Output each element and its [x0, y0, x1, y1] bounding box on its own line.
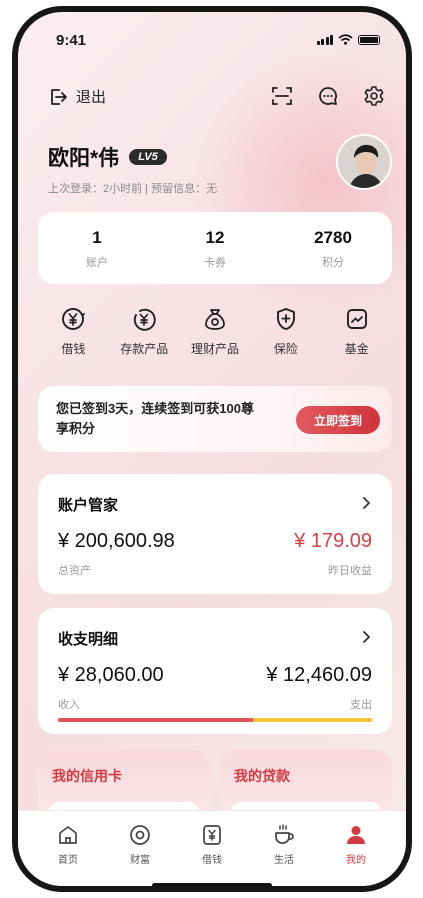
gear-icon	[364, 86, 384, 106]
stat-points[interactable]: 2780 积分	[274, 212, 392, 284]
stat-value: 12	[205, 228, 225, 247]
tab-label: 生活	[274, 855, 294, 866]
level-badge[interactable]: LV5	[129, 149, 167, 165]
last-login-text: 上次登录：2小时前 | 预留信息：无	[48, 183, 218, 195]
scan-icon	[272, 87, 292, 105]
logout-icon	[51, 88, 67, 105]
total-assets-value: ¥ 200,600.98	[58, 530, 175, 552]
shortcut-label: 基金	[344, 342, 369, 356]
wifi-icon	[338, 34, 353, 45]
battery-icon	[358, 34, 380, 45]
chevron-right-icon[interactable]	[362, 496, 372, 510]
cashflow-card-title: 收支明细	[58, 631, 119, 648]
status-bar: 9:41	[18, 12, 406, 62]
yen-coin-icon	[62, 308, 86, 330]
cashflow-ratio-bar	[58, 718, 372, 722]
money-bag-icon	[205, 309, 225, 330]
expense-bar-segment	[252, 718, 372, 722]
chart-icon	[346, 309, 367, 329]
coffee-icon	[275, 824, 294, 844]
tab-life[interactable]: 生活	[248, 823, 320, 866]
tab-home[interactable]: 首页	[32, 823, 104, 866]
message-button[interactable]	[316, 84, 340, 108]
chevron-right-icon[interactable]	[362, 630, 372, 644]
chat-icon	[319, 87, 337, 105]
shortcut-deposit[interactable]: 存款产品	[109, 306, 180, 357]
stat-label: 卡券	[204, 257, 226, 269]
avatar[interactable]	[336, 134, 392, 190]
tab-list: 首页 财富 借钱 生活 我的	[18, 811, 406, 866]
asset-card[interactable]: 账户管家 ¥ 200,600.98 ¥ 179.09 总资产 昨日收益	[38, 474, 392, 594]
stats-card: 1 账户 12 卡券 2780 积分	[38, 212, 392, 284]
top-actions	[270, 84, 386, 108]
user-name: 欧阳*伟	[48, 147, 120, 170]
shortcut-label: 存款产品	[120, 342, 169, 356]
signin-banner: 您已签到3天，连续签到可获100尊享积分 立即签到	[38, 386, 392, 452]
stat-value: 1	[92, 228, 102, 247]
status-time: 9:41	[56, 32, 87, 49]
stat-coupons[interactable]: 12 卡券	[156, 212, 274, 284]
shortcut-loan[interactable]: 借钱	[38, 306, 109, 357]
signin-button[interactable]: 立即签到	[296, 406, 380, 434]
asset-card-title: 账户管家	[58, 497, 119, 514]
expense-value: ¥ 12,460.09	[266, 664, 372, 686]
income-label: 收入	[58, 699, 80, 711]
shortcut-wealth[interactable]: 理财产品	[180, 306, 251, 357]
yesterday-income-value: ¥ 179.09	[294, 530, 372, 552]
stat-accounts[interactable]: 1 账户	[38, 212, 156, 284]
tab-wealth[interactable]: 财富	[104, 823, 176, 866]
stat-value: 2780	[314, 228, 352, 247]
home-icon	[59, 826, 77, 844]
settings-button[interactable]	[362, 84, 386, 108]
tab-loan[interactable]: 借钱	[176, 823, 248, 866]
credit-card-title: 我的信用卡	[52, 768, 122, 784]
stat-label: 账户	[86, 257, 108, 269]
user-icon	[347, 826, 365, 844]
scan-button[interactable]	[270, 84, 294, 108]
tab-label: 借钱	[202, 855, 222, 866]
shortcut-insurance[interactable]: 保险	[250, 306, 321, 357]
cashflow-card[interactable]: 收支明细 ¥ 28,060.00 ¥ 12,460.09 收入 支出	[38, 608, 392, 734]
logout-label: 退出	[76, 89, 107, 106]
phone-screen: 9:41 退出 欧阳*伟 LV5 上次登录：2小时前 | 预留信息：无 1 账户…	[12, 6, 412, 892]
wealth-icon	[130, 825, 150, 845]
income-value: ¥ 28,060.00	[58, 664, 164, 686]
shield-icon	[276, 308, 295, 330]
tab-mine[interactable]: 我的	[320, 823, 392, 866]
tab-label: 我的	[346, 855, 366, 866]
shortcut-label: 借钱	[61, 342, 86, 356]
stat-label: 积分	[322, 257, 344, 269]
logout-button[interactable]: 退出	[48, 86, 106, 107]
status-icons	[316, 34, 380, 45]
yesterday-income-label: 昨日收益	[328, 565, 372, 577]
home-indicator[interactable]	[152, 883, 272, 886]
tab-label: 财富	[130, 855, 150, 866]
name-row: 欧阳*伟 LV5	[48, 142, 217, 172]
shortcut-label: 理财产品	[190, 342, 239, 356]
loan-icon	[203, 825, 221, 845]
tab-bar: 首页 财富 借钱 生活 我的	[18, 810, 406, 886]
total-assets-label: 总资产	[58, 565, 91, 577]
loan-title: 我的贷款	[234, 768, 290, 784]
profile-info: 欧阳*伟 LV5 上次登录：2小时前 | 预留信息：无	[48, 142, 217, 196]
signin-text: 您已签到3天，连续签到可获100尊享积分	[56, 401, 254, 436]
income-bar-segment	[58, 718, 253, 722]
shortcut-grid: 借钱 存款产品 理财产品 保险 基金	[38, 306, 392, 357]
shortcut-fund[interactable]: 基金	[321, 306, 392, 357]
expense-label: 支出	[350, 699, 372, 711]
tab-label: 首页	[58, 855, 78, 866]
top-bar: 退出	[18, 84, 406, 114]
shortcut-label: 保险	[273, 342, 298, 356]
deposit-icon	[134, 308, 156, 331]
signal-icon	[316, 34, 333, 45]
